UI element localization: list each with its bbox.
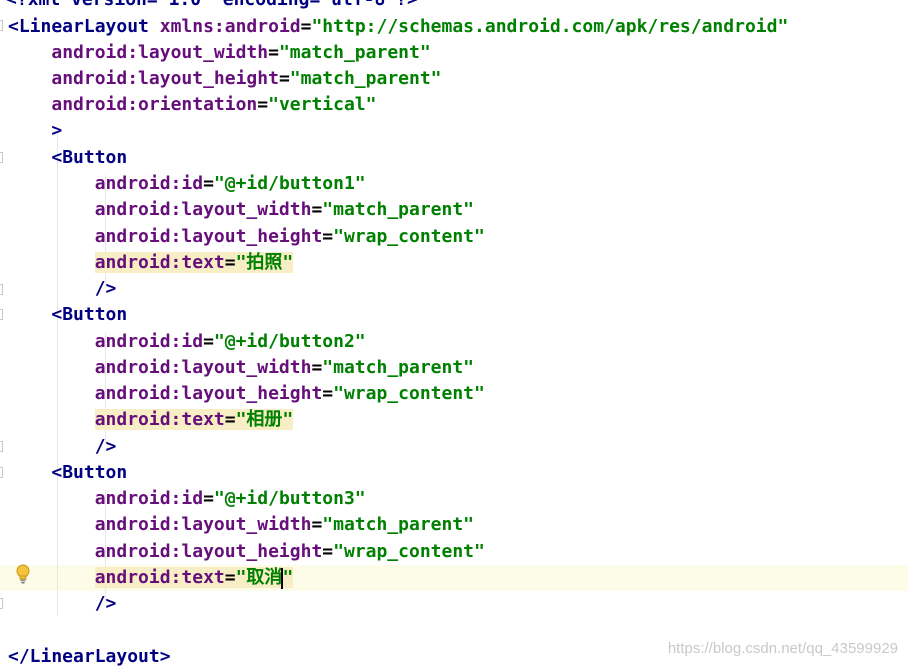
equals: = xyxy=(257,94,269,115)
value-id: "@+id/button1" xyxy=(213,173,366,194)
value-text: "相册" xyxy=(235,409,294,430)
code-line-xml-declaration[interactable]: <?xml version="1.0" encoding="utf-8"?> xyxy=(6,0,418,13)
code-line[interactable]: android:text="拍照" xyxy=(8,250,294,276)
code-editor[interactable]: <?xml version="1.0" encoding="utf-8"?> <… xyxy=(0,0,908,671)
tag-close-bracket: > xyxy=(51,120,63,141)
attr-layout-height: android:layout_height xyxy=(51,68,279,89)
equals: = xyxy=(203,173,214,194)
tag-linearlayout-close: </LinearLayout> xyxy=(8,646,171,667)
code-line-current[interactable]: android:text="取消" xyxy=(8,565,294,591)
value-text: "拍照" xyxy=(235,252,294,273)
xml-open: <? xyxy=(6,0,28,10)
code-line[interactable]: android:layout_width="match_parent" xyxy=(8,197,474,223)
code-line-linearlayout-close[interactable]: </LinearLayout> xyxy=(8,644,171,670)
equals: = xyxy=(311,357,323,378)
equals: = xyxy=(203,331,214,352)
value-id: "@+id/button3" xyxy=(213,488,366,509)
code-line[interactable]: android:id="@+id/button3" xyxy=(8,486,366,512)
code-line[interactable]: /> xyxy=(8,276,117,302)
value-match-parent: "match_parent" xyxy=(322,357,475,378)
fold-marker[interactable] xyxy=(0,20,3,31)
fold-marker[interactable] xyxy=(0,152,3,163)
fold-marker[interactable] xyxy=(0,467,3,478)
tag-button: <Button xyxy=(51,304,128,325)
fold-marker[interactable] xyxy=(0,284,3,295)
code-line[interactable]: <Button xyxy=(8,302,127,328)
equals: = xyxy=(300,16,312,37)
tag-self-close: /> xyxy=(94,436,117,457)
code-line[interactable]: > xyxy=(8,118,62,144)
attr-xmlns: xmlns:android xyxy=(159,16,301,37)
code-line-linearlayout-open[interactable]: <LinearLayout xmlns:android="http://sche… xyxy=(8,14,788,40)
code-line[interactable]: android:id="@+id/button2" xyxy=(8,329,366,355)
code-line[interactable]: /> xyxy=(8,591,117,617)
equals: = xyxy=(224,252,236,273)
value-vertical: "vertical" xyxy=(268,94,377,115)
equals: = xyxy=(311,514,323,535)
value-wrap-content: "wrap_content" xyxy=(333,541,485,562)
equals: = xyxy=(224,409,236,430)
attr-text: android:text xyxy=(94,252,225,273)
tag-linearlayout: <LinearLayout xyxy=(8,16,149,37)
code-line[interactable]: android:text="相册" xyxy=(8,407,294,433)
code-line[interactable]: <Button xyxy=(8,460,127,486)
equals: = xyxy=(322,226,334,247)
fold-marker[interactable] xyxy=(0,441,3,452)
value-quote-end: " xyxy=(282,567,294,588)
value-wrap-content: "wrap_content" xyxy=(333,226,485,247)
value-match-parent: "match_parent" xyxy=(322,514,475,535)
equals: = xyxy=(278,68,290,89)
value-id: "@+id/button2" xyxy=(213,331,366,352)
lightbulb-icon[interactable] xyxy=(14,564,32,584)
attr-text: android:text xyxy=(94,409,225,430)
code-line[interactable]: android:layout_height="wrap_content" xyxy=(8,381,485,407)
code-line[interactable]: android:id="@+id/button1" xyxy=(8,171,366,197)
attr-layout-width: android:layout_width xyxy=(94,357,312,378)
value-wrap-content: "wrap_content" xyxy=(333,383,485,404)
code-line[interactable]: android:layout_height="wrap_content" xyxy=(8,224,485,250)
code-line[interactable]: android:layout_width="match_parent" xyxy=(8,512,474,538)
attr-layout-width: android:layout_width xyxy=(94,199,312,220)
code-line[interactable]: android:layout_height="wrap_content" xyxy=(8,539,485,565)
attr-layout-height: android:layout_height xyxy=(94,383,323,404)
equals: = xyxy=(311,199,323,220)
fold-marker[interactable] xyxy=(0,598,3,609)
equals: = xyxy=(224,567,236,588)
attr-id: android:id xyxy=(94,488,204,509)
equals: = xyxy=(203,488,214,509)
value-match-parent: "match_parent" xyxy=(289,68,442,89)
tag-self-close: /> xyxy=(94,593,117,614)
equals: = xyxy=(268,42,279,63)
value-match-parent: "match_parent" xyxy=(278,42,431,63)
tag-self-close: /> xyxy=(94,278,117,299)
tag-button: <Button xyxy=(51,147,128,168)
value-text: "取消 xyxy=(235,567,283,588)
value-xmlns: "http://schemas.android.com/apk/res/andr… xyxy=(311,16,789,37)
code-line[interactable]: android:layout_width="match_parent" xyxy=(8,355,474,381)
equals: = xyxy=(322,383,334,404)
code-line[interactable]: /> xyxy=(8,434,117,460)
xml-declaration: xml version="1.0" encoding="utf-8"?> xyxy=(28,0,418,10)
attr-layout-width: android:layout_width xyxy=(51,42,269,63)
code-line[interactable]: android:orientation="vertical" xyxy=(8,92,376,118)
attr-layout-height: android:layout_height xyxy=(94,541,323,562)
attr-layout-width: android:layout_width xyxy=(94,514,312,535)
watermark: https://blog.csdn.net/qq_43599929 xyxy=(667,640,898,657)
code-line[interactable]: android:layout_width="match_parent" xyxy=(8,40,431,66)
value-match-parent: "match_parent" xyxy=(322,199,475,220)
equals: = xyxy=(322,541,334,562)
attr-layout-height: android:layout_height xyxy=(94,226,323,247)
attr-id: android:id xyxy=(94,331,204,352)
attr-orientation: android:orientation xyxy=(51,94,258,115)
code-line[interactable]: <Button xyxy=(8,145,127,171)
tag-button: <Button xyxy=(51,462,128,483)
attr-text: android:text xyxy=(94,567,225,588)
code-line[interactable]: android:layout_height="match_parent" xyxy=(8,66,442,92)
attr-id: android:id xyxy=(94,173,204,194)
fold-marker[interactable] xyxy=(0,309,3,320)
